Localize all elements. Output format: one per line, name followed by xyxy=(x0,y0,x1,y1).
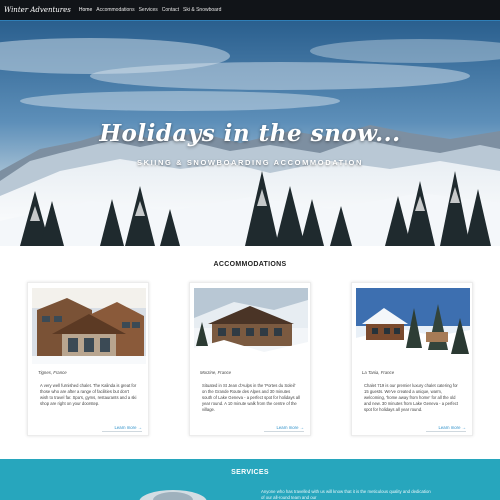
chalet-photo xyxy=(194,288,308,364)
brand-logo[interactable]: Winter Adventures xyxy=(4,6,71,14)
nav-link-home[interactable]: Home xyxy=(79,7,92,13)
hero-title: Holidays in the snow... xyxy=(99,120,401,147)
nav-link-services[interactable]: Services xyxy=(139,7,158,13)
services-text: Anyone who has travelled with us will kn… xyxy=(261,489,431,500)
learn-more-link[interactable]: Learn more → xyxy=(264,425,304,432)
hero-banner: Holidays in the snow... SKIING & SNOWBOA… xyxy=(0,21,500,246)
chalet-photo xyxy=(32,288,146,364)
card-location: Tignes, France xyxy=(38,370,67,375)
services-heading: SERVICES xyxy=(231,469,269,476)
card-description: Chalet 719 is our premier luxury chalet … xyxy=(364,383,459,413)
accommodations-heading: ACCOMMODATIONS xyxy=(213,261,287,268)
top-navbar: Winter Adventures Home Accommodations Se… xyxy=(0,0,500,21)
services-section: SERVICES Anyone who has travelled with u… xyxy=(0,459,500,500)
nav-link-contact[interactable]: Contact xyxy=(162,7,179,13)
nav-link-accommodations[interactable]: Accommodations xyxy=(96,7,134,13)
learn-more-link[interactable]: Learn more → xyxy=(426,425,466,432)
services-photo xyxy=(118,484,228,500)
card-description: A very well furnished chalet. The Kalind… xyxy=(40,383,137,407)
learn-more-link[interactable]: Learn more → xyxy=(102,425,142,432)
nav-link-ski-snowboard[interactable]: Ski & Snowboard xyxy=(183,7,221,13)
accommodation-card-la-tania[interactable]: La Tania, France Chalet 719 is our premi… xyxy=(351,282,473,436)
card-location: Morzine, France xyxy=(200,370,232,375)
card-location: La Tania, France xyxy=(362,370,395,375)
accommodation-card-morzine[interactable]: Morzine, France Situated in St Jean d'Au… xyxy=(189,282,311,436)
accommodation-card-tignes[interactable]: Tignes, France A very well furnished cha… xyxy=(27,282,149,436)
chalet-photo xyxy=(356,288,470,364)
card-description: Situated in St Jean d'Aulps in the 'Port… xyxy=(202,383,300,413)
hero-subtitle: SKIING & SNOWBOARDING ACCOMMODATION xyxy=(137,158,363,167)
